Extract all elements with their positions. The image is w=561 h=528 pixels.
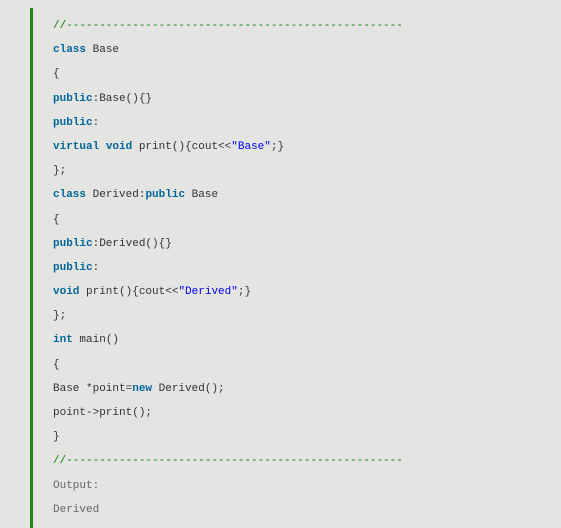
keyword-virtual: virtual [53,141,99,153]
code-text: Derived(); [152,383,225,395]
keyword-public: public [53,262,93,274]
keyword-void: void [106,141,132,153]
code-text: point->print(); [53,407,152,419]
code-line: { [53,353,541,377]
comment-separator: //--------------------------------------… [53,20,403,32]
string-literal: "Base" [231,141,271,153]
brace-open: { [53,68,60,80]
code-text: print(){cout<< [132,141,231,153]
code-line: { [53,62,541,86]
code-text: Derived: [86,189,145,201]
brace-open: { [53,359,60,371]
code-block: //--------------------------------------… [30,8,541,528]
code-line: public: [53,111,541,135]
code-line: public: [53,256,541,280]
code-line: { [53,208,541,232]
keyword-void: void [53,286,79,298]
brace-open: { [53,214,60,226]
code-line: }; [53,159,541,183]
code-line: class Derived:public Base [53,183,541,207]
code-line: class Base [53,38,541,62]
output-value: Derived [53,498,541,522]
keyword-class: class [53,44,86,56]
keyword-new: new [132,383,152,395]
code-line: //--------------------------------------… [53,449,541,473]
code-text: : [93,262,100,274]
comment-separator: //--------------------------------------… [53,455,403,467]
identifier: Base [86,44,119,56]
output-label: Output: [53,474,541,498]
code-text: :Derived(){} [93,238,172,250]
code-text: print(){cout<< [79,286,178,298]
space [99,141,106,153]
keyword-class: class [53,189,86,201]
brace-close: }; [53,310,66,322]
keyword-public: public [53,117,93,129]
keyword-public: public [145,189,185,201]
keyword-public: public [53,93,93,105]
code-text: ;} [271,141,284,153]
code-line: public:Base(){} [53,87,541,111]
code-text: ;} [238,286,251,298]
code-line: void print(){cout<<"Derived";} [53,280,541,304]
string-literal: "Derived" [178,286,237,298]
code-line: Base *point=new Derived(); [53,377,541,401]
code-text: : [93,117,100,129]
code-line: public:Derived(){} [53,232,541,256]
code-text: Base *point= [53,383,132,395]
code-text: :Base(){} [93,93,152,105]
code-line: virtual void print(){cout<<"Base";} [53,135,541,159]
identifier: Base [185,189,218,201]
code-line: }; [53,304,541,328]
code-line: } [53,425,541,449]
code-line: //--------------------------------------… [53,14,541,38]
brace-close: } [53,431,60,443]
code-line: point->print(); [53,401,541,425]
keyword-public: public [53,238,93,250]
brace-close: }; [53,165,66,177]
code-text: main() [73,334,119,346]
code-line: int main() [53,328,541,352]
keyword-int: int [53,334,73,346]
